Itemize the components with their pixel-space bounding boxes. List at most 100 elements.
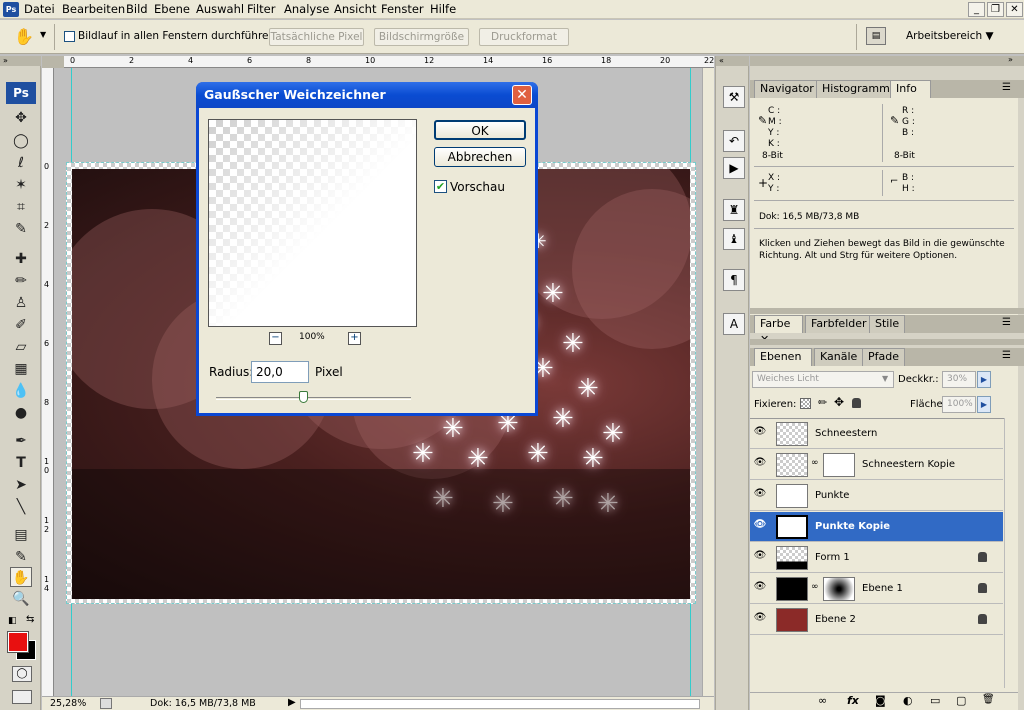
blur-preview[interactable]	[208, 119, 417, 327]
layer-row[interactable]: 👁 Schneestern	[750, 419, 1003, 449]
hand-tool-icon[interactable]: ✋	[14, 27, 34, 46]
quick-mask-icon[interactable]: ◯	[12, 666, 32, 682]
clone-stamp-tool-icon[interactable]: ♙	[10, 293, 32, 313]
vertical-scrollbar[interactable]	[702, 68, 714, 696]
notes-tool-icon[interactable]: ▤	[10, 525, 32, 545]
fill-slider-arrow-icon[interactable]: ▶	[977, 396, 991, 413]
layer-mask-thumbnail[interactable]	[823, 453, 855, 477]
actions-icon[interactable]: ▶	[723, 157, 745, 179]
scroll-all-checkbox[interactable]	[64, 31, 75, 42]
character-icon[interactable]: A	[723, 313, 745, 335]
lock-pixels-icon[interactable]: ✏	[818, 396, 827, 409]
panel-menu-icon[interactable]: ☰	[1002, 82, 1011, 93]
cancel-button[interactable]: Abbrechen	[434, 147, 526, 167]
color-sampler-tool-icon[interactable]: ✎	[10, 547, 32, 567]
zoom-in-button[interactable]: +	[348, 332, 361, 345]
radius-slider-track[interactable]	[216, 397, 411, 400]
dock-collapse-icon[interactable]: «	[716, 56, 749, 66]
horizontal-ruler[interactable]: 0 2 4 6 8 10 12 14 16 18 20 22	[64, 56, 714, 68]
lock-all-icon[interactable]	[852, 398, 861, 408]
crop-tool-icon[interactable]: ⌗	[10, 197, 32, 217]
opacity-input[interactable]: 30%	[942, 371, 976, 388]
history-icon[interactable]: ↶	[723, 130, 745, 152]
panel-menu-icon[interactable]: ☰	[1002, 350, 1011, 361]
menu-analyse[interactable]: Analyse	[284, 2, 329, 16]
zoom-out-button[interactable]: −	[269, 332, 282, 345]
layer-row[interactable]: 👁 Form 1	[750, 543, 1003, 573]
type-tool-icon[interactable]: T	[10, 453, 32, 473]
layer-row[interactable]: 👁 Punkte	[750, 481, 1003, 511]
tool-preset-dropdown-icon[interactable]: ▼	[40, 30, 46, 39]
default-colors-icon[interactable]: ◧	[8, 616, 17, 626]
chain-link-icon[interactable]: ∞	[811, 458, 819, 468]
fill-input[interactable]: 100%	[942, 396, 976, 413]
tab-navigator[interactable]: Navigator	[754, 80, 820, 98]
minimize-button[interactable]: _	[968, 2, 985, 17]
tab-ebenen[interactable]: Ebenen ✕	[754, 348, 812, 379]
hand-tool-icon[interactable]: ✋	[10, 567, 32, 587]
brushes-icon[interactable]: ♜	[723, 199, 745, 221]
tab-farbe[interactable]: Farbe ✕	[754, 315, 803, 346]
zoom-level[interactable]: 25,28%	[50, 698, 86, 709]
menu-filter[interactable]: Filter	[247, 2, 275, 16]
fx-icon[interactable]: fx	[847, 694, 859, 707]
tab-stile[interactable]: Stile	[869, 315, 906, 333]
layer-row-selected[interactable]: 👁 Punkte Kopie	[750, 512, 1003, 542]
mask-icon[interactable]: ◙	[875, 694, 886, 707]
brush-tool-icon[interactable]: ✏	[10, 271, 32, 291]
history-brush-tool-icon[interactable]: ✐	[10, 315, 32, 335]
lasso-tool-icon[interactable]: ℓ	[10, 153, 32, 173]
chevron-down-icon[interactable]: ▼	[882, 374, 888, 383]
eye-icon[interactable]: 👁	[752, 426, 768, 440]
menu-bearbeiten[interactable]: Bearbeiten	[62, 2, 125, 16]
eye-icon[interactable]: 👁	[752, 612, 768, 626]
menu-ansicht[interactable]: Ansicht	[334, 2, 376, 16]
panel-grip[interactable]	[750, 308, 1024, 314]
layer-row[interactable]: 👁 Ebene 2	[750, 605, 1003, 635]
eye-icon[interactable]: 👁	[752, 581, 768, 595]
ps-logo-icon[interactable]: Ps	[6, 82, 36, 104]
horizontal-scrollbar[interactable]	[300, 699, 700, 709]
trash-icon[interactable]: 🗑	[982, 694, 995, 705]
ruler-origin[interactable]	[42, 56, 64, 68]
dialog-title[interactable]: Gaußscher Weichzeichner	[196, 82, 538, 108]
workspace-menu[interactable]: Arbeitsbereich ▼	[906, 30, 994, 42]
blend-mode-select[interactable]: Weiches Licht	[752, 371, 894, 388]
blur-tool-icon[interactable]: 💧	[10, 381, 32, 401]
marquee-tool-icon[interactable]: ◯	[10, 131, 32, 151]
tab-farbfelder[interactable]: Farbfelder	[805, 315, 873, 333]
layer-row[interactable]: 👁 ∞ Schneestern Kopie	[750, 450, 1003, 480]
dialog-close-button[interactable]: ✕	[512, 85, 532, 105]
dodge-tool-icon[interactable]: ●	[10, 403, 32, 423]
magic-wand-tool-icon[interactable]: ✶	[10, 175, 32, 195]
status-menu-arrow-icon[interactable]: ▶	[288, 697, 296, 708]
vertical-ruler[interactable]: 0 2 4 6 8 1 0 1 2 1 4	[42, 68, 54, 696]
print-size-button[interactable]: Druckformat	[479, 28, 569, 46]
tools-collapse-icon[interactable]: »	[0, 56, 41, 66]
tab-info[interactable]: Info ✕	[890, 80, 931, 111]
actual-pixels-button[interactable]: Tatsächliche Pixel	[269, 28, 364, 46]
folder-icon[interactable]: ▭	[930, 694, 940, 707]
panel-menu-icon[interactable]: ☰	[1002, 317, 1011, 328]
menu-auswahl[interactable]: Auswahl	[196, 2, 244, 16]
adjustment-icon[interactable]: ◐	[903, 694, 913, 707]
tab-histogramm[interactable]: Histogramm	[816, 80, 896, 98]
paragraph-icon[interactable]: ¶	[723, 269, 745, 291]
bridge-icon[interactable]: ▤	[866, 27, 886, 45]
eye-icon[interactable]: 👁	[752, 519, 768, 533]
panels-collapse-icon[interactable]: »	[1008, 55, 1013, 64]
link-icon[interactable]: ∞	[818, 694, 827, 707]
menu-ebene[interactable]: Ebene	[154, 2, 190, 16]
lock-transparency-icon[interactable]	[800, 398, 811, 409]
foreground-color-swatch[interactable]	[7, 631, 29, 653]
eraser-tool-icon[interactable]: ▱	[10, 337, 32, 357]
eye-icon[interactable]: 👁	[752, 457, 768, 471]
ok-button[interactable]: OK	[434, 120, 526, 140]
restore-button[interactable]: ❐	[987, 2, 1004, 17]
layer-row[interactable]: 👁 ∞ Ebene 1	[750, 574, 1003, 604]
radius-input[interactable]: 20,0	[251, 361, 309, 383]
tab-kanaele[interactable]: Kanäle	[814, 348, 864, 366]
fit-screen-button[interactable]: Bildschirmgröße	[374, 28, 469, 46]
tab-pfade[interactable]: Pfade	[862, 348, 905, 366]
menu-bild[interactable]: Bild	[126, 2, 148, 16]
